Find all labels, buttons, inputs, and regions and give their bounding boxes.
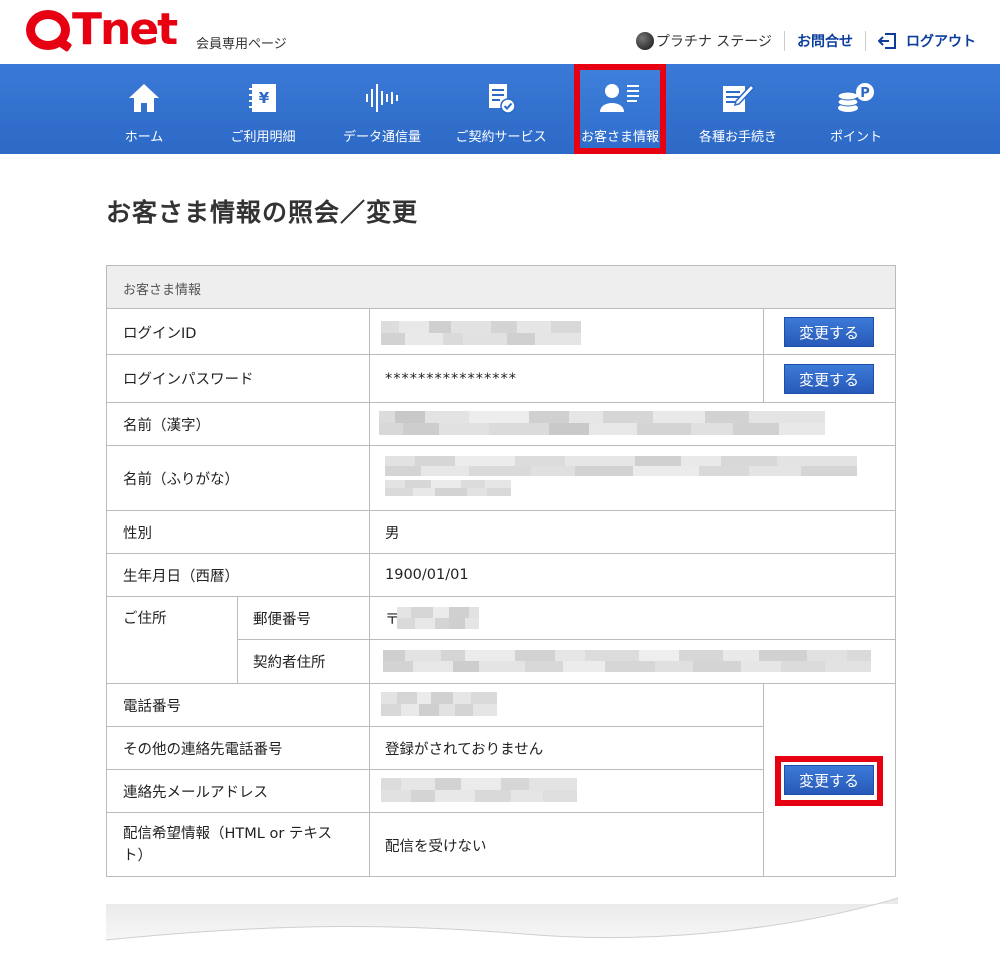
svg-text:P: P: [860, 86, 870, 101]
nav-item-contract[interactable]: ご契約サービス: [451, 64, 551, 154]
name-kana-value-masked: [385, 456, 857, 476]
logo-text: Tnet: [72, 4, 178, 55]
name-kanji-value-masked: [379, 411, 825, 435]
header-links: プラチナ ステージ お問合せ ログアウト: [635, 31, 976, 51]
name-kana-label: 名前（ふりがな）: [123, 471, 239, 488]
header: Tnet 会員専用ページ プラチナ ステージ お問合せ ログアウト: [0, 0, 1000, 64]
logo-subtitle: 会員専用ページ: [196, 37, 287, 52]
logo-q-mark: [26, 10, 70, 50]
contract-address-label: 契約者住所: [253, 655, 326, 671]
login-password-value: ****************: [385, 370, 517, 387]
qtnet-logo[interactable]: Tnet: [26, 4, 178, 55]
postal-code-value-masked: [397, 607, 479, 629]
gender-value: 男: [385, 525, 400, 542]
nav-item-point[interactable]: P ポイント: [806, 64, 906, 154]
email-label: 連絡先メールアドレス: [123, 784, 268, 801]
svg-text:¥: ¥: [259, 89, 270, 107]
name-kanji-label: 名前（漢字）: [123, 417, 210, 434]
stage-label: プラチナ ステージ: [655, 34, 772, 50]
postal-prefix: 〒: [385, 611, 400, 628]
postal-code-label: 郵便番号: [253, 611, 311, 628]
nav-label: ポイント: [829, 130, 882, 145]
phone-label: 電話番号: [123, 698, 181, 715]
delivery-pref-value: 配信を受けない: [385, 838, 487, 855]
change-login-id-button[interactable]: 変更する: [784, 317, 874, 347]
address-label: ご住所: [123, 610, 167, 627]
main-nav: ホーム ¥ ご利用明細 データ通信量 ご契約サービス お客さま情報 各種お手続き…: [0, 64, 1000, 154]
login-id-label: ログインID: [123, 325, 197, 342]
logout-label: ログアウト: [906, 34, 976, 50]
nav-label: ご利用明細: [230, 130, 296, 145]
home-icon: [129, 84, 159, 112]
other-phone-value: 登録がされておりません: [385, 741, 544, 758]
birthday-label: 生年月日（西暦）: [123, 568, 239, 585]
login-id-value-masked: [381, 321, 583, 345]
email-value-masked: [381, 778, 577, 802]
nav-item-customer-info[interactable]: お客さま情報: [574, 64, 666, 154]
phone-value-masked: [381, 692, 497, 716]
contract-icon: [489, 84, 516, 114]
member-stage: プラチナ ステージ: [635, 31, 785, 51]
change-contact-button[interactable]: 変更する: [784, 765, 874, 795]
nav-label: ホーム: [124, 130, 164, 145]
inquiry-link[interactable]: お問合せ: [785, 31, 866, 51]
nav-item-home[interactable]: ホーム: [94, 64, 194, 154]
bottom-wave-decoration: [105, 897, 899, 941]
customer-info-table: お客さま情報 ログインID 変更する ログインパスワード ***********…: [106, 265, 896, 877]
nav-label: お客さま情報: [580, 130, 659, 145]
platinum-stage-icon: [635, 32, 654, 50]
point-icon: P: [837, 83, 874, 112]
other-phone-label: その他の連絡先電話番号: [123, 741, 283, 758]
change-password-button[interactable]: 変更する: [784, 364, 874, 394]
name-kana-value-masked-line2: [385, 480, 511, 496]
logout-link[interactable]: ログアウト: [866, 31, 976, 51]
logout-icon: [878, 33, 896, 49]
birthday-value: 1900/01/01: [385, 567, 469, 583]
statement-icon: ¥: [249, 84, 276, 112]
contract-address-value-masked: [383, 650, 871, 672]
procedure-icon: [723, 83, 755, 112]
login-password-label: ログインパスワード: [123, 372, 254, 388]
customer-info-icon: [600, 84, 639, 112]
nav-item-statement[interactable]: ¥ ご利用明細: [213, 64, 313, 154]
nav-item-procedure[interactable]: 各種お手続き: [688, 64, 788, 154]
gender-label: 性別: [123, 525, 152, 542]
nav-label: 各種お手続き: [698, 130, 777, 145]
delivery-pref-label: 配信希望情報（HTML or テキスト）: [123, 826, 332, 864]
nav-item-data-usage[interactable]: データ通信量: [332, 64, 432, 154]
nav-label: データ通信量: [342, 130, 421, 145]
nav-label: ご契約サービス: [455, 130, 547, 145]
data-usage-icon: [366, 84, 398, 112]
page-title: お客さま情報の照会／変更: [106, 198, 419, 227]
section-header: お客さま情報: [107, 266, 895, 309]
